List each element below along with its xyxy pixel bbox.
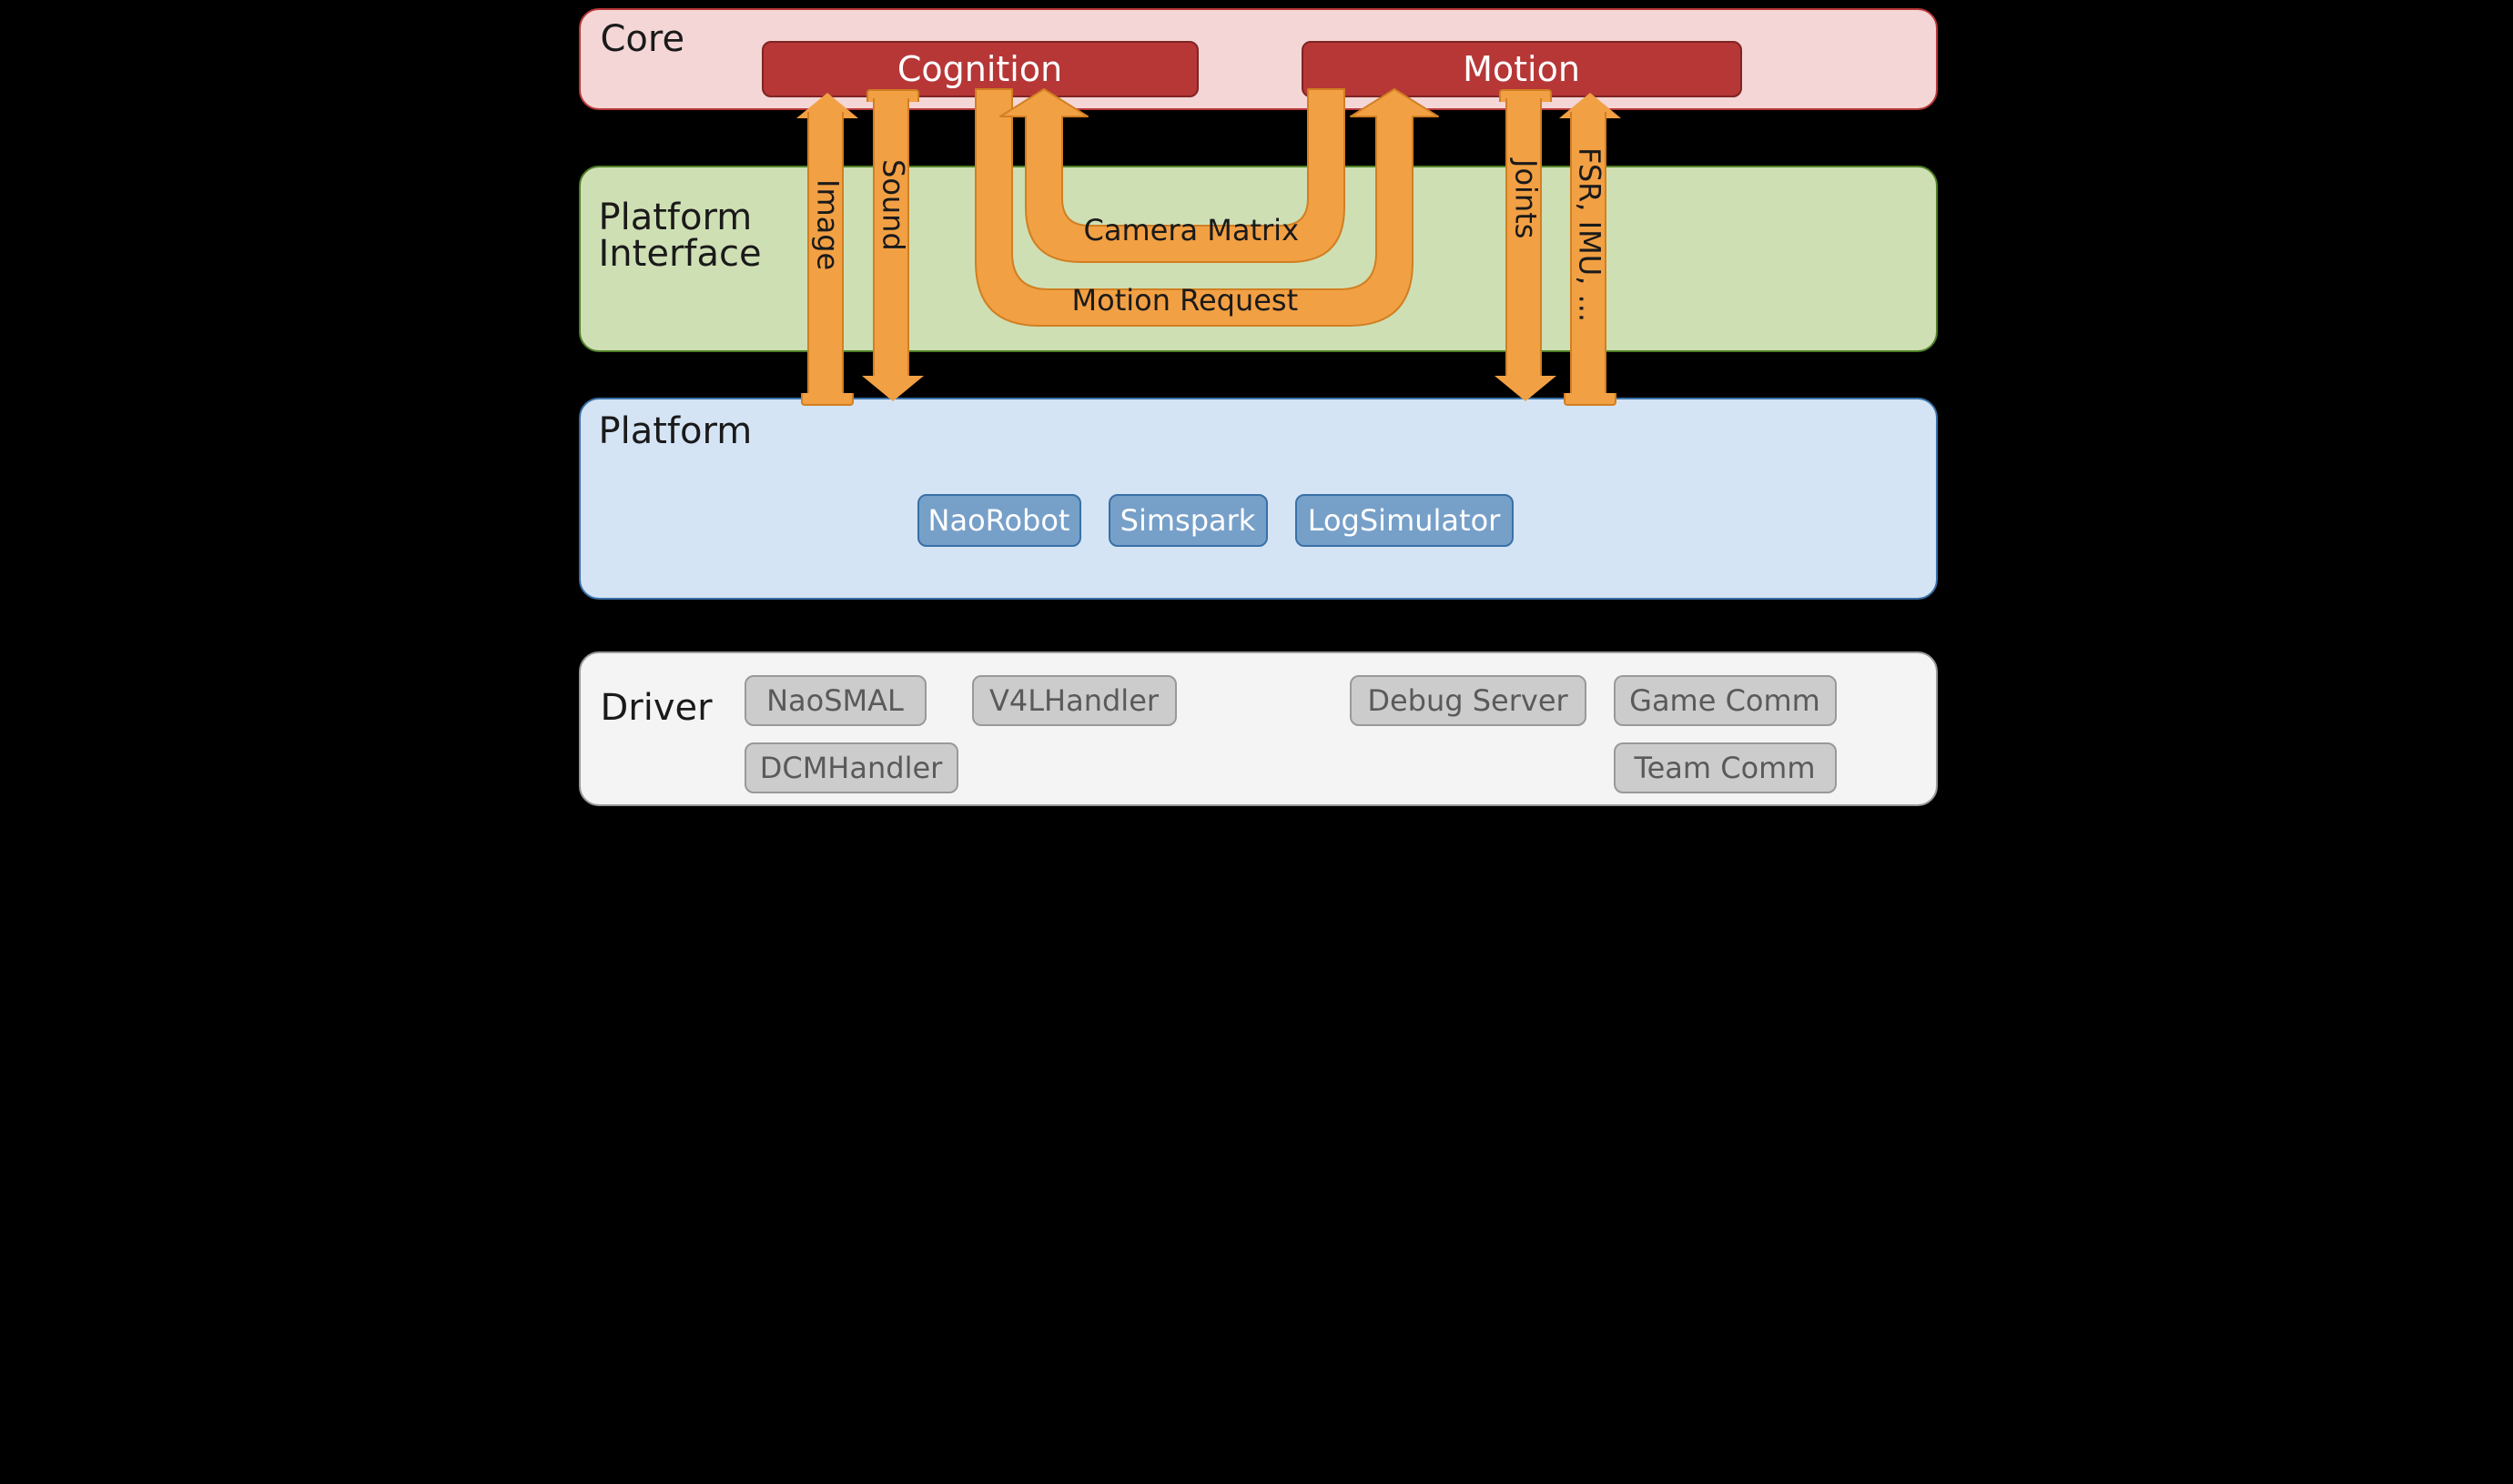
platform-box-logsimulator: LogSimulator [1295,494,1514,547]
arrow-label-motion-request: Motion Request [1072,283,1299,318]
driver-box-debug-server: Debug Server [1350,675,1586,726]
arrow-label-fsr-imu: FSR, IMU, ... [1573,147,1607,322]
arrow-label-image: Image [811,179,846,270]
arrow-shaft [1505,98,1542,381]
arrow-label-joints: Joints [1509,159,1544,238]
platform-box-naorobot: NaoRobot [917,494,1081,547]
driver-box-naosmal: NaoSMAL [745,675,927,726]
driver-box-game-comm: Game Comm [1614,675,1837,726]
architecture-diagram: Platform Interface Platform NaoRobot Sim… [571,0,1943,813]
driver-box-dcmhandler: DCMHandler [745,742,958,793]
arrow-foot [1564,393,1616,406]
arrow-label-camera-matrix: Camera Matrix [1084,213,1300,247]
layer-title-driver: Driver [601,690,713,726]
driver-box-team-comm: Team Comm [1614,742,1837,793]
arrow-foot [801,393,854,406]
platform-box-simspark: Simspark [1109,494,1268,547]
arrowhead-down-icon [862,376,924,401]
layer-platform: Platform NaoRobot Simspark LogSimulator [579,398,1938,600]
driver-box-v4lhandler: V4LHandler [972,675,1177,726]
layer-title-platform-interface: Platform Interface [599,199,781,272]
arrow-label-sound: Sound [877,159,911,251]
arrowhead-down-icon [1495,376,1556,401]
layer-title-core: Core [601,21,685,57]
layer-driver: Driver NaoSMAL V4LHandler Debug Server G… [579,651,1938,806]
layer-title-platform: Platform [599,413,753,449]
